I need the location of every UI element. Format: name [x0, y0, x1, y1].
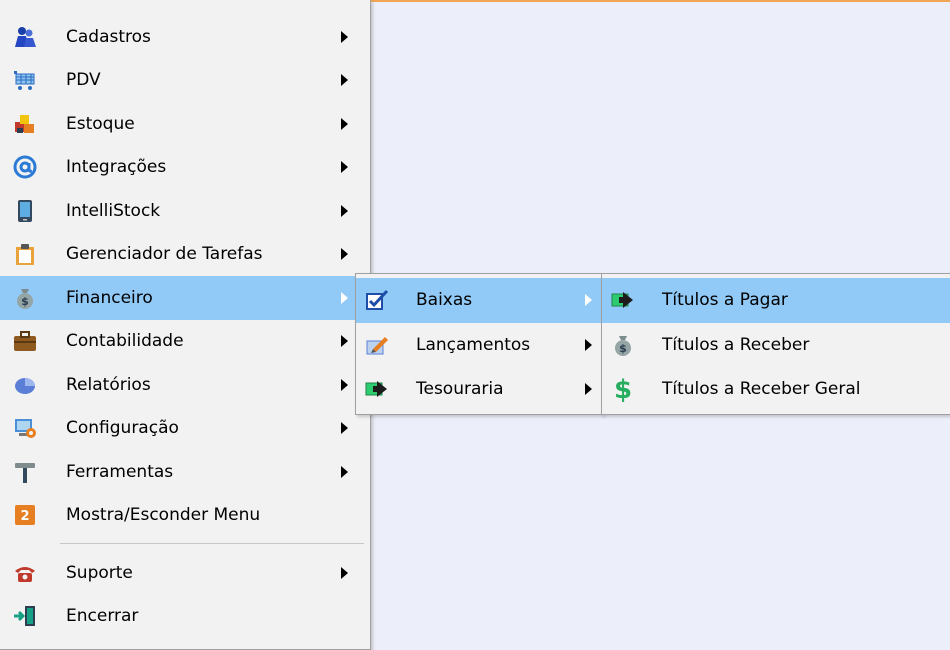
- submenu-arrow-icon: [341, 248, 348, 261]
- menu-item-contabilidade[interactable]: Contabilidade: [0, 320, 370, 364]
- menu-item-label: Ferramentas: [66, 461, 174, 482]
- menu-item-label: Contabilidade: [66, 331, 184, 352]
- menu-item-mostra-esconder-menu[interactable]: 2 Mostra/Esconder Menu: [0, 494, 370, 538]
- menu-item-suporte[interactable]: Suporte: [0, 551, 370, 595]
- edit-pencil-icon: [364, 332, 390, 358]
- menu-separator: [0, 537, 370, 551]
- menu-item-label: Baixas: [416, 290, 473, 311]
- menu-item-estoque[interactable]: Estoque: [0, 102, 370, 146]
- menu-item-label: Encerrar: [66, 606, 139, 627]
- settings-computer-icon: [12, 415, 38, 441]
- at-sign-icon: [12, 154, 38, 180]
- submenu-arrow-icon: [341, 30, 348, 43]
- menu-item-integracoes[interactable]: Integrações: [0, 146, 370, 190]
- baixas-submenu: Títulos a Pagar $ Títulos a Receber $ Tí…: [601, 273, 950, 415]
- menu-item-label: Financeiro: [66, 287, 153, 308]
- menu-item-pdv[interactable]: PDV: [0, 59, 370, 103]
- briefcase-icon: [12, 328, 38, 354]
- menu-item-baixas[interactable]: Baixas: [356, 278, 602, 323]
- menu-item-configuracao[interactable]: Configuração: [0, 407, 370, 451]
- menu-item-lancamentos[interactable]: Lançamentos: [356, 323, 602, 368]
- dollar-sign-icon: $: [610, 376, 636, 402]
- menu-item-gerenciador-de-tarefas[interactable]: Gerenciador de Tarefas: [0, 233, 370, 277]
- pie-chart-icon: [12, 372, 38, 398]
- hammer-icon: [12, 459, 38, 485]
- submenu-arrow-icon: [341, 335, 348, 348]
- menu-item-label: Relatórios: [66, 374, 151, 395]
- menu-item-label: Títulos a Receber: [662, 334, 810, 355]
- menu-item-encerrar[interactable]: Encerrar: [0, 595, 370, 639]
- submenu-arrow-icon: [341, 291, 348, 304]
- svg-text:$: $: [614, 376, 632, 402]
- menu-item-label: Mostra/Esconder Menu: [66, 505, 261, 526]
- submenu-arrow-icon: [585, 338, 592, 351]
- menu-item-label: Integrações: [66, 157, 167, 178]
- submenu-arrow-icon: [585, 383, 592, 396]
- svg-text:2: 2: [20, 509, 29, 524]
- financeiro-submenu: Baixas Lançamentos Tesouraria: [355, 273, 603, 415]
- desktop-area: Cadastros PDV Estoque Integrações Intell…: [0, 0, 950, 650]
- money-bag-icon: $: [610, 332, 636, 358]
- menu-item-label: Cadastros: [66, 26, 151, 47]
- menu-item-label: Estoque: [66, 113, 135, 134]
- menu-item-label: Títulos a Pagar: [662, 290, 788, 311]
- submenu-arrow-icon: [341, 74, 348, 87]
- cart-icon: [12, 67, 38, 93]
- menu-item-titulos-a-receber-geral[interactable]: $ Títulos a Receber Geral: [602, 367, 950, 412]
- exit-door-icon: [12, 603, 38, 629]
- menu-item-label: Gerenciador de Tarefas: [66, 244, 263, 265]
- toggle-menu-icon: 2: [12, 502, 38, 528]
- submenu-arrow-icon: [341, 161, 348, 174]
- menu-item-label: Suporte: [66, 562, 133, 583]
- submenu-arrow-icon: [585, 294, 592, 307]
- menu-item-label: PDV: [66, 70, 101, 91]
- money-bag-icon: $: [12, 285, 38, 311]
- submenu-arrow-icon: [341, 566, 348, 579]
- phone-device-icon: [12, 198, 38, 224]
- checkbox-icon: [364, 287, 390, 313]
- menu-item-tesouraria[interactable]: Tesouraria: [356, 367, 602, 412]
- menu-item-relatorios[interactable]: Relatórios: [0, 363, 370, 407]
- submenu-arrow-icon: [341, 465, 348, 478]
- main-menu: Cadastros PDV Estoque Integrações Intell…: [0, 0, 371, 650]
- menu-item-label: Tesouraria: [416, 379, 504, 400]
- menu-item-label: Títulos a Receber Geral: [662, 379, 861, 400]
- menu-item-cadastros[interactable]: Cadastros: [0, 15, 370, 59]
- money-arrow-icon: [610, 287, 636, 313]
- menu-item-titulos-a-receber[interactable]: $ Títulos a Receber: [602, 323, 950, 368]
- menu-item-financeiro[interactable]: $ Financeiro: [0, 276, 370, 320]
- menu-item-titulos-a-pagar[interactable]: Títulos a Pagar: [602, 278, 950, 323]
- menu-item-label: Lançamentos: [416, 334, 531, 355]
- money-arrow-icon: [364, 376, 390, 402]
- svg-text:$: $: [21, 295, 29, 308]
- menu-item-label: Configuração: [66, 418, 179, 439]
- submenu-arrow-icon: [341, 422, 348, 435]
- menu-item-ferramentas[interactable]: Ferramentas: [0, 450, 370, 494]
- clipboard-icon: [12, 241, 38, 267]
- submenu-arrow-icon: [341, 204, 348, 217]
- menu-item-label: IntelliStock: [66, 200, 161, 221]
- submenu-arrow-icon: [341, 117, 348, 130]
- menu-item-intellistock[interactable]: IntelliStock: [0, 189, 370, 233]
- svg-text:$: $: [619, 342, 627, 355]
- users-icon: [12, 24, 38, 50]
- telephone-icon: [12, 560, 38, 586]
- submenu-arrow-icon: [341, 378, 348, 391]
- boxes-icon: [12, 111, 38, 137]
